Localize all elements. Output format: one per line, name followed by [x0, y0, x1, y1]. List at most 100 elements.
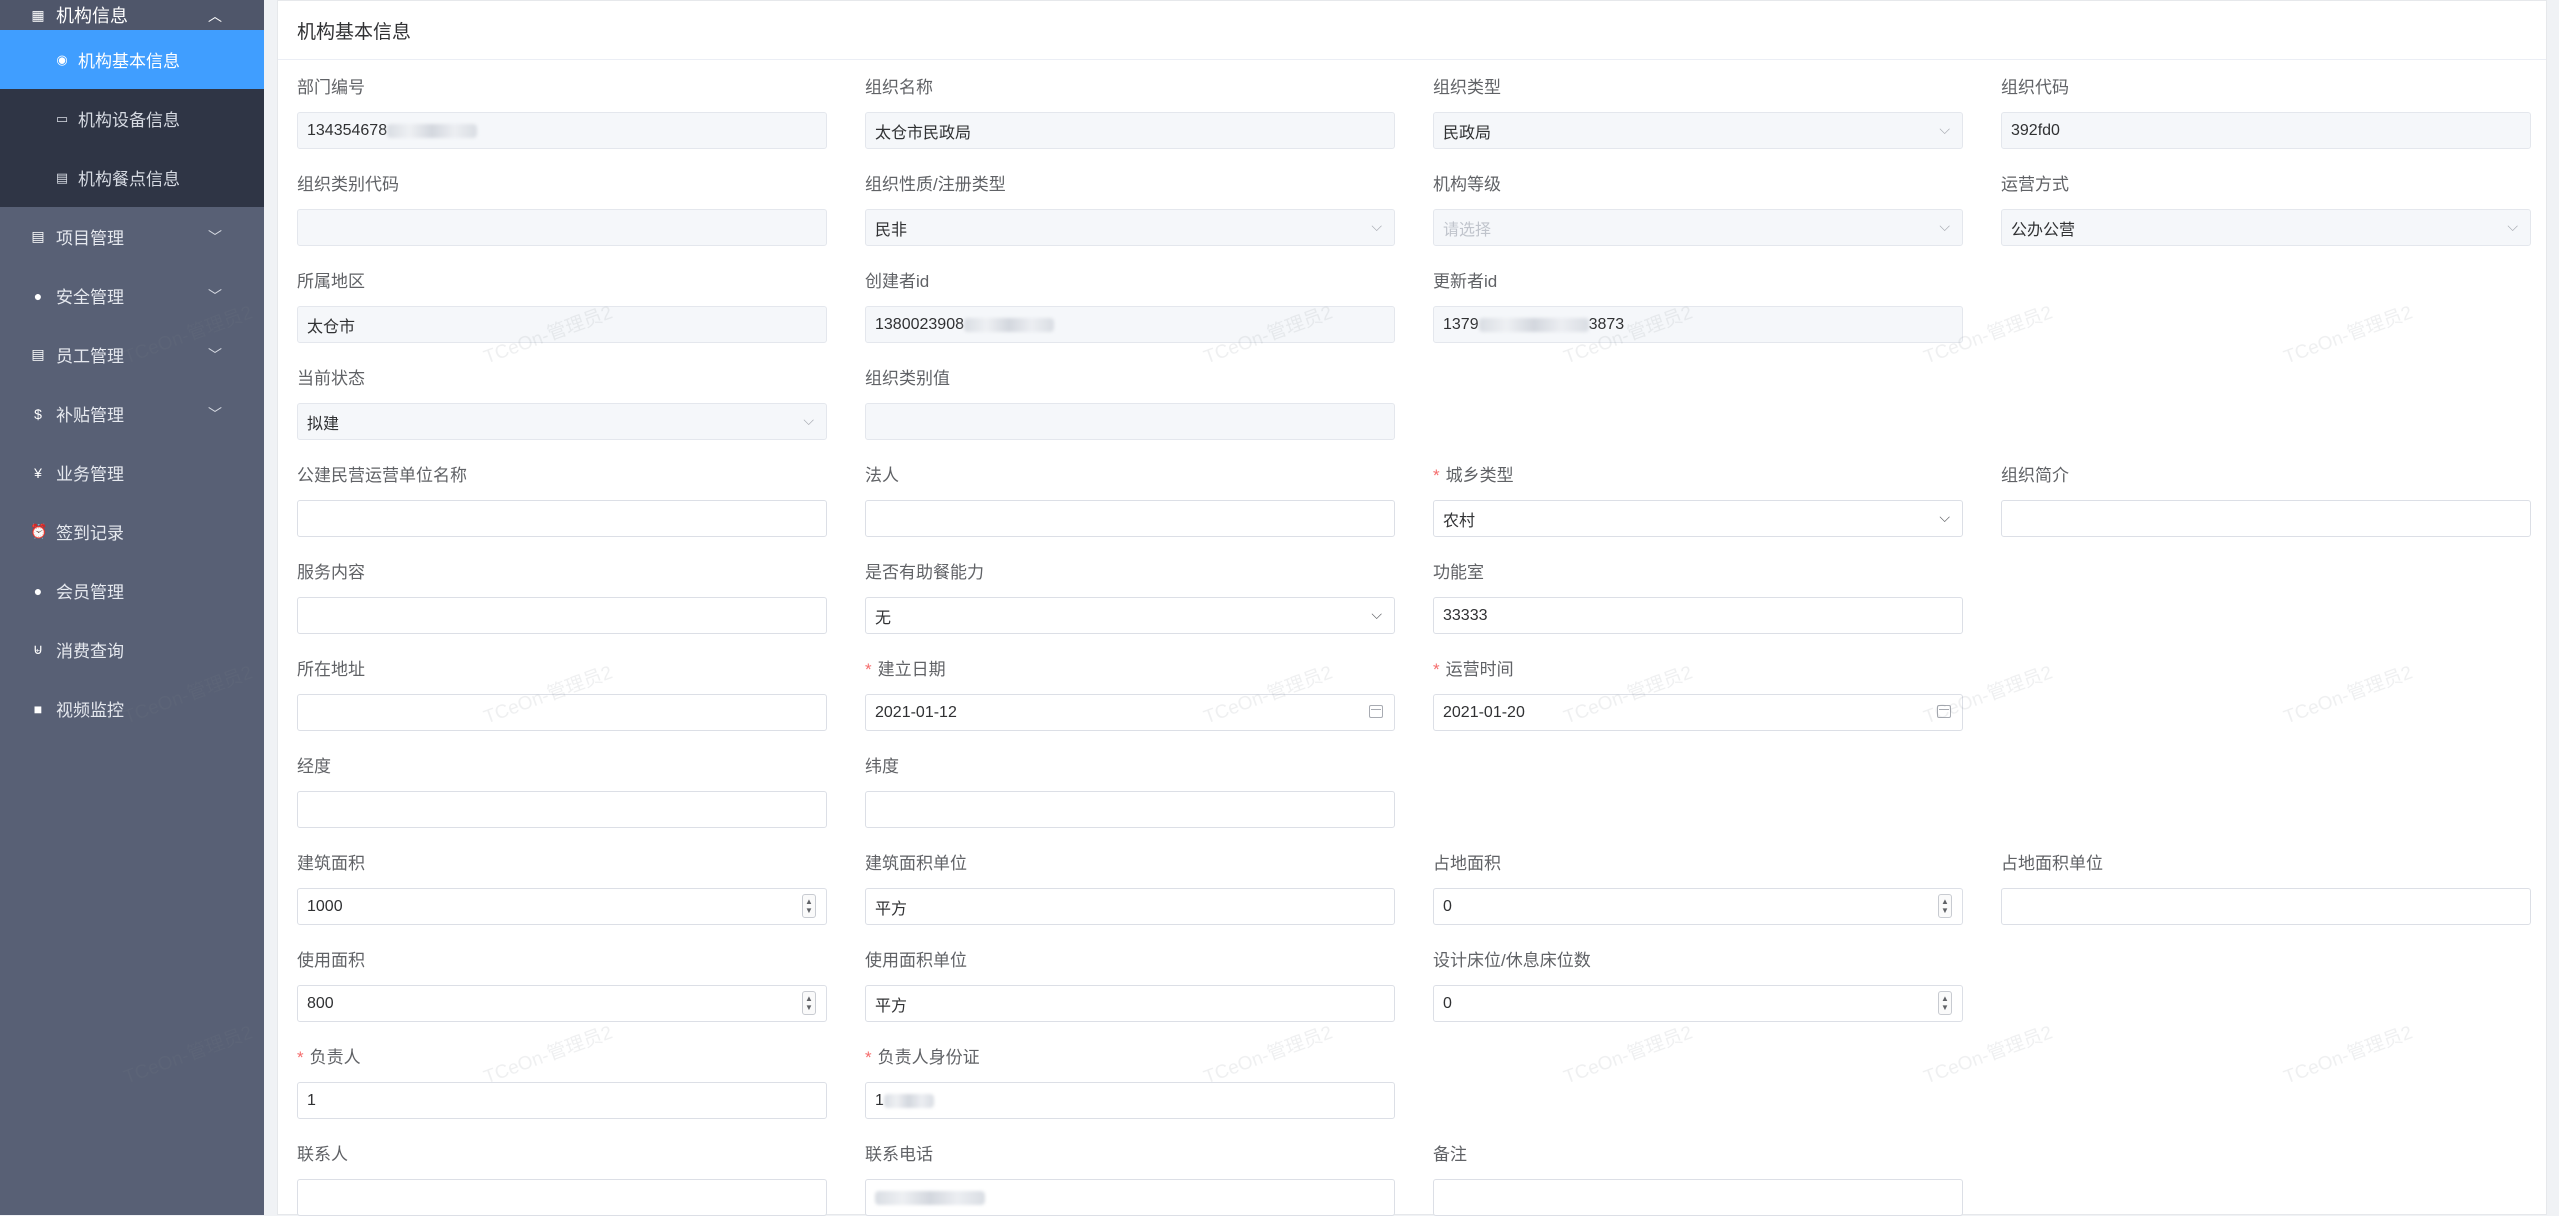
address-input[interactable] — [297, 694, 827, 731]
operator-name-input[interactable] — [297, 500, 827, 537]
number-stepper[interactable]: ▲ ▼ — [802, 991, 816, 1015]
chevron-down-icon: ⌵ — [803, 412, 814, 428]
sidebar-menu-org-info[interactable]: ▦ 机构信息 ︿ — [0, 0, 264, 30]
chevron-down-icon: ﹀ — [208, 229, 222, 245]
field-label: 是否有助餐能力 — [865, 563, 984, 582]
stepper-down-icon[interactable]: ▼ — [805, 906, 813, 915]
sidebar-item-org-basic-info[interactable]: ◉ 机构基本信息 — [0, 30, 264, 89]
sidebar-item-org-device-info[interactable]: ▭ 机构设备信息 — [0, 89, 264, 148]
manager-id-input[interactable]: 1 — [865, 1082, 1395, 1119]
phone-input[interactable] — [865, 1179, 1395, 1216]
card-title: 机构基本信息 — [278, 1, 2546, 60]
field-value: 33333 — [1443, 606, 1488, 624]
field-found-date: * 建立日期 2021-01-12 — [865, 659, 1395, 731]
org-nature-select[interactable]: 民非 ⌵ — [865, 209, 1395, 246]
field-label: 备注 — [1433, 1145, 1467, 1164]
field-land-area-unit: 占地面积单位 — [2001, 853, 2531, 925]
beds-number-input[interactable]: 0 ▲ ▼ — [1433, 985, 1963, 1022]
field-label: 功能室 — [1433, 563, 1484, 582]
urban-rural-select[interactable]: 农村 ⌵ — [1433, 500, 1963, 537]
field-longitude: 经度 — [297, 756, 827, 828]
creator-id-input[interactable]: 1380023908 — [865, 306, 1395, 343]
field-org-intro: 组织简介 — [2001, 465, 2531, 537]
user-icon: ● — [33, 582, 43, 599]
field-label: 运营方式 — [2001, 175, 2069, 194]
use-area-number-input[interactable]: 800 ▲ ▼ — [297, 985, 827, 1022]
sidebar-item-project[interactable]: ▤ 项目管理 ﹀ — [0, 207, 264, 266]
field-address: 所在地址 — [297, 659, 827, 731]
field-label: 组织代码 — [2001, 78, 2069, 97]
required-asterisk: * — [1433, 660, 1440, 679]
field-label: 组织名称 — [865, 78, 933, 97]
field-org-name: 组织名称 太仓市民政局 — [865, 77, 1395, 149]
sidebar-item-business[interactable]: ¥ 业务管理 — [0, 443, 264, 502]
stepper-down-icon[interactable]: ▼ — [805, 1003, 813, 1012]
field-value: 2021-01-12 — [875, 703, 957, 721]
field-label: 联系人 — [297, 1145, 348, 1164]
legal-person-input[interactable] — [865, 500, 1395, 537]
region-input[interactable]: 太仓市 — [297, 306, 827, 343]
number-stepper[interactable]: ▲ ▼ — [1938, 991, 1952, 1015]
build-area-unit-input[interactable]: 平方 — [865, 888, 1395, 925]
contact-input[interactable] — [297, 1179, 827, 1216]
required-asterisk: * — [865, 1048, 872, 1067]
chevron-down-icon: ⌵ — [2507, 218, 2518, 234]
sidebar-item-consumption[interactable]: ⊌ 消费查询 — [0, 620, 264, 679]
required-asterisk: * — [297, 1048, 304, 1067]
monitor-icon: ▭ — [55, 110, 69, 126]
field-label-text: 城乡类型 — [1445, 466, 1514, 485]
field-placeholder: 请选择 — [1443, 221, 1492, 239]
dept-no-input[interactable]: 134354678 — [297, 112, 827, 149]
chevron-down-icon: ⌵ — [1939, 509, 1950, 525]
org-intro-input[interactable] — [2001, 500, 2531, 537]
stepper-down-icon[interactable]: ▼ — [1941, 1003, 1949, 1012]
remark-input[interactable] — [1433, 1179, 1963, 1216]
use-area-unit-input[interactable]: 平方 — [865, 985, 1395, 1022]
field-value: 拟建 — [307, 415, 340, 433]
updater-id-input[interactable]: 1379 3873 — [1433, 306, 1963, 343]
latitude-input[interactable] — [865, 791, 1395, 828]
sidebar-item-org-meal-info[interactable]: ▤ 机构餐点信息 — [0, 148, 264, 207]
op-mode-select[interactable]: 公办公营 ⌵ — [2001, 209, 2531, 246]
field-value: 0 — [1443, 897, 1452, 915]
stepper-up-icon[interactable]: ▲ — [1941, 897, 1949, 906]
org-type-select[interactable]: 民政局 ⌵ — [1433, 112, 1963, 149]
status-select[interactable]: 拟建 ⌵ — [297, 403, 827, 440]
org-name-input[interactable]: 太仓市民政局 — [865, 112, 1395, 149]
sidebar-item-video[interactable]: ■ 视频监控 — [0, 679, 264, 738]
field-org-code: 组织代码 392fd0 — [2001, 77, 2531, 149]
found-date-picker[interactable]: 2021-01-12 — [865, 694, 1395, 731]
calendar-icon — [1937, 705, 1951, 718]
manager-input[interactable]: 1 — [297, 1082, 827, 1119]
cart-icon: ⊌ — [32, 641, 44, 657]
sidebar-item-staff[interactable]: ▤ 员工管理 ﹀ — [0, 325, 264, 384]
number-stepper[interactable]: ▲ ▼ — [802, 894, 816, 918]
meal-ability-select[interactable]: 无 ⌵ — [865, 597, 1395, 634]
org-cat-code-input[interactable] — [297, 209, 827, 246]
sidebar-item-checkin[interactable]: ⏰ 签到记录 — [0, 502, 264, 561]
field-value: 农村 — [1443, 512, 1476, 530]
stepper-up-icon[interactable]: ▲ — [1941, 994, 1949, 1003]
build-area-number-input[interactable]: 1000 ▲ ▼ — [297, 888, 827, 925]
stepper-down-icon[interactable]: ▼ — [1941, 906, 1949, 915]
op-time-picker[interactable]: 2021-01-20 — [1433, 694, 1963, 731]
function-room-input[interactable]: 33333 — [1433, 597, 1963, 634]
org-level-select[interactable]: 请选择 ⌵ — [1433, 209, 1963, 246]
service-input[interactable] — [297, 597, 827, 634]
sidebar-item-member[interactable]: ● 会员管理 — [0, 561, 264, 620]
field-label: * 城乡类型 — [1433, 465, 1963, 487]
redacted-text — [1478, 317, 1589, 332]
sidebar-item-security[interactable]: ● 安全管理 ﹀ — [0, 266, 264, 325]
doc-icon: ▤ — [31, 228, 45, 244]
org-cat-value-input[interactable] — [865, 403, 1395, 440]
sidebar-item-subsidy[interactable]: $ 补贴管理 ﹀ — [0, 384, 264, 443]
number-stepper[interactable]: ▲ ▼ — [1938, 894, 1952, 918]
org-code-input[interactable]: 392fd0 — [2001, 112, 2531, 149]
field-use-area-unit: 使用面积单位 平方 — [865, 950, 1395, 1022]
grid-icon: ▦ — [31, 6, 45, 23]
land-area-number-input[interactable]: 0 ▲ ▼ — [1433, 888, 1963, 925]
stepper-up-icon[interactable]: ▲ — [805, 994, 813, 1003]
longitude-input[interactable] — [297, 791, 827, 828]
stepper-up-icon[interactable]: ▲ — [805, 897, 813, 906]
land-area-unit-input[interactable] — [2001, 888, 2531, 925]
